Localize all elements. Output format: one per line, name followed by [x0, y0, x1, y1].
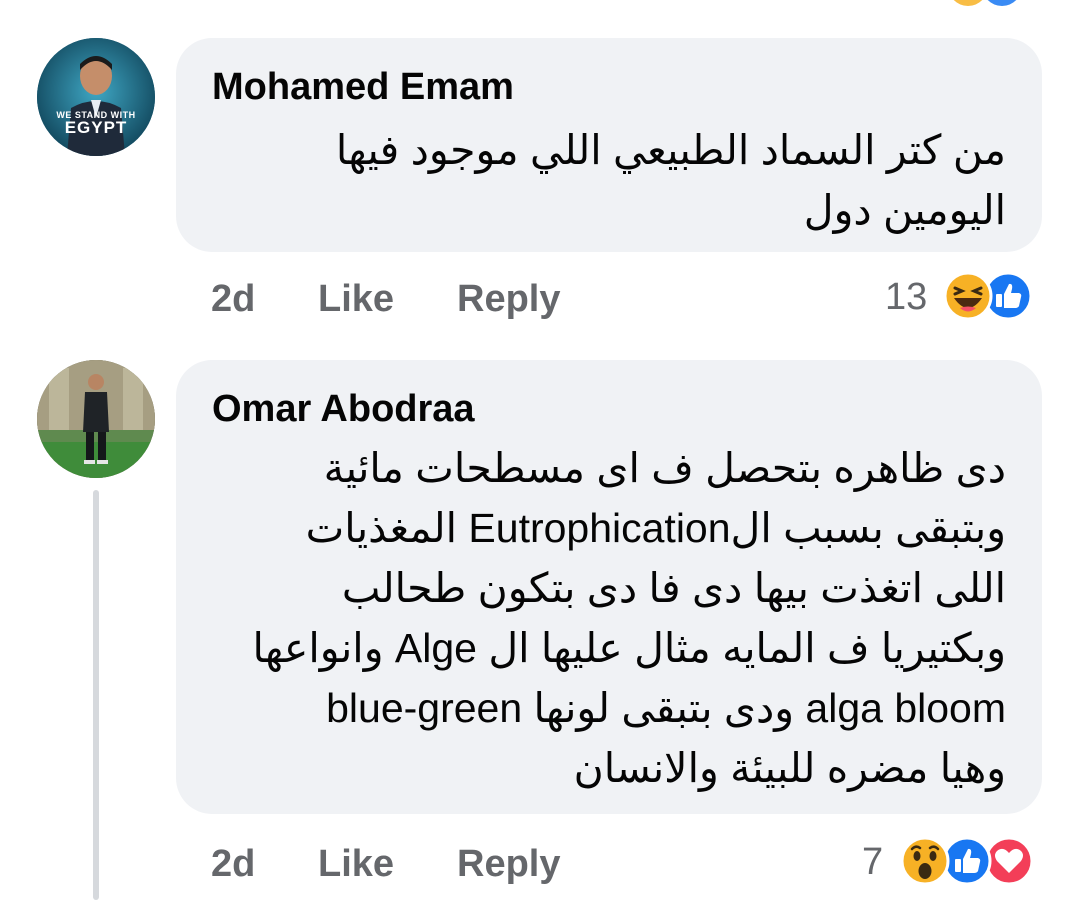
reactions-summary[interactable]: 7: [862, 833, 1052, 889]
avatar-photo: [37, 360, 155, 478]
reply-button[interactable]: Reply: [457, 278, 560, 321]
thread-line: [93, 490, 99, 900]
avatar-photo: [37, 38, 155, 156]
comment-time[interactable]: 2d: [211, 843, 255, 886]
comment-text: دى ظاهره بتحصل ف اى مسطحات مائية وبتبقى …: [252, 438, 1006, 798]
comment-line: وبتبقى بسبب الEutrophication المغذيات: [305, 505, 1006, 551]
comment-line: من كتر السماد الطبيعي اللي موجود فيها: [335, 127, 1006, 173]
comment-bubble: Omar Abodraa دى ظاهره بتحصل ف اى مسطحات …: [176, 360, 1042, 814]
comment-time[interactable]: 2d: [211, 278, 255, 321]
like-button[interactable]: Like: [318, 843, 394, 886]
comment-bubble: Mohamed Emam من كتر السماد الطبيعي اللي …: [176, 38, 1042, 252]
avatar[interactable]: WE STAND WITH EGYPT: [37, 38, 155, 156]
comment-line: alga bloom ودى بتبقى لونها blue-green: [326, 685, 1006, 731]
reaction-count: 7: [862, 841, 884, 883]
comment-line: وهيا مضره للبيئة والانسان: [573, 745, 1006, 791]
like-button[interactable]: Like: [318, 278, 394, 321]
avatar[interactable]: [37, 360, 155, 478]
reply-button[interactable]: Reply: [457, 843, 560, 886]
reactions-summary[interactable]: 13: [885, 268, 1045, 324]
comment-line: وبكتيريا ف المايه مثال عليها ال Alge وان…: [252, 625, 1006, 671]
reaction-count: 13: [885, 276, 928, 318]
comment-line: دى ظاهره بتحصل ف اى مسطحات مائية: [323, 445, 1006, 491]
author-name[interactable]: Mohamed Emam: [212, 66, 514, 109]
cropped-reactions: [948, 0, 1038, 8]
wow-icon: [900, 836, 950, 886]
comment-line: اليومين دول: [803, 187, 1006, 233]
comment-line: اللى اتغذت بيها دى فا دى بتكون طحالب: [341, 565, 1006, 611]
author-name[interactable]: Omar Abodraa: [212, 388, 475, 431]
haha-icon: [943, 271, 993, 321]
avatar-overlay-text: WE STAND WITH EGYPT: [56, 110, 136, 137]
comment-text: من كتر السماد الطبيعي اللي موجود فيها ال…: [336, 120, 1006, 240]
